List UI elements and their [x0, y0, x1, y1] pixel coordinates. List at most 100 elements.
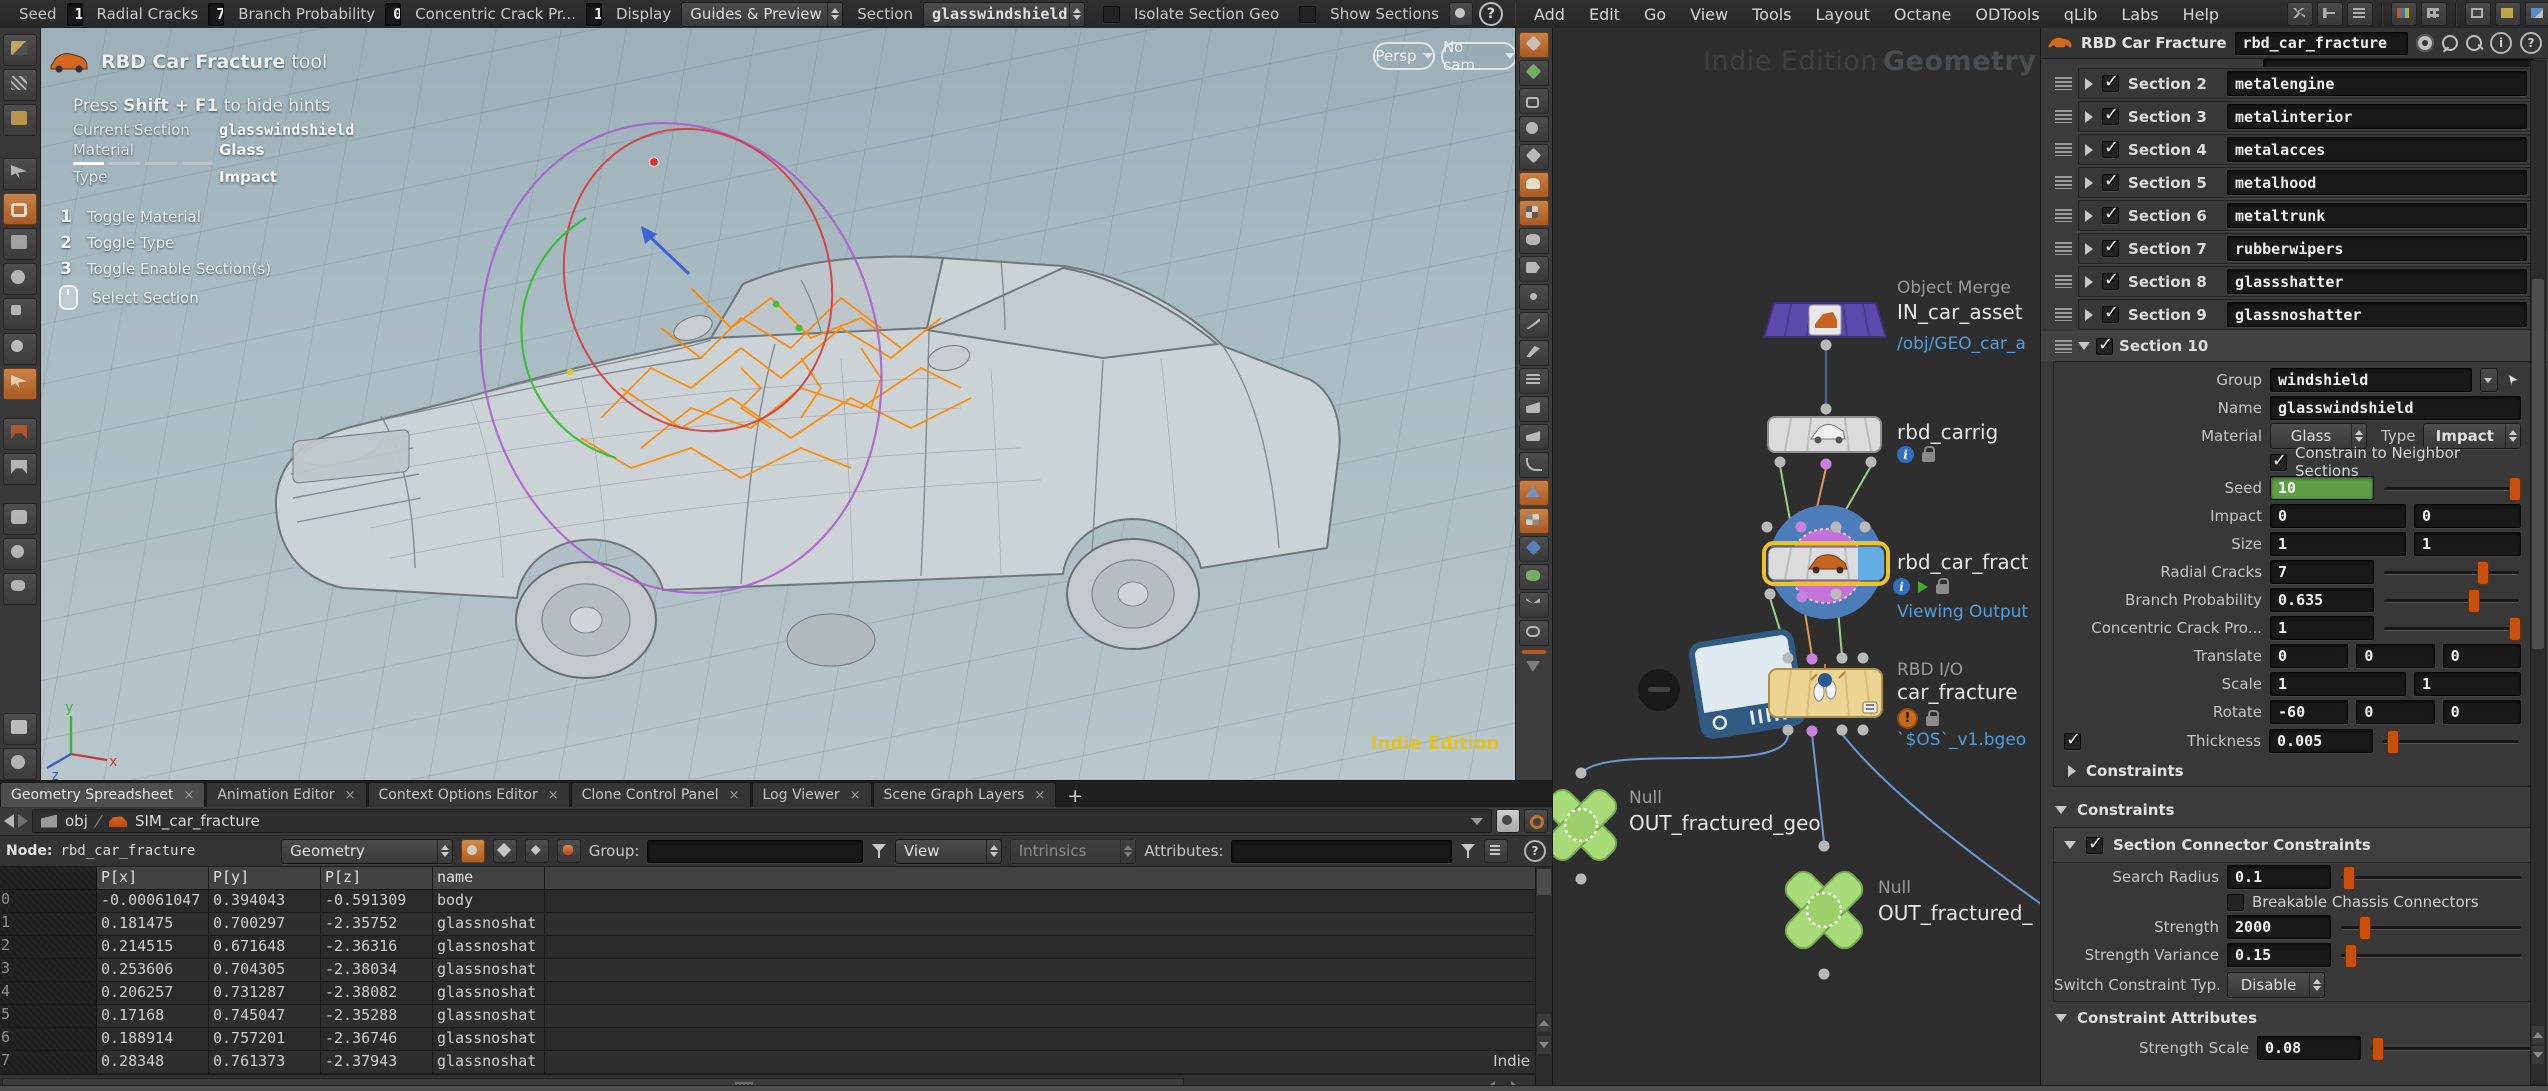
flipbook-icon[interactable] — [1519, 256, 1549, 282]
info-badge-icon[interactable]: i — [1893, 578, 1910, 595]
section-enable-checkbox[interactable] — [2102, 174, 2119, 191]
section-enable-checkbox[interactable] — [2102, 141, 2119, 158]
section-name-input[interactable]: metalengine — [2227, 71, 2527, 96]
intrinsics-dropdown[interactable]: Intrinsics — [1010, 839, 1137, 864]
concentric-crack-slider[interactable] — [2382, 616, 2521, 640]
path-dropdown-icon[interactable] — [1471, 818, 1483, 825]
slider-knob[interactable] — [2477, 561, 2489, 585]
thickness-slider[interactable] — [2381, 729, 2521, 753]
section-name-input[interactable]: metalinterior — [2227, 104, 2527, 129]
reflect-map-icon[interactable] — [1519, 536, 1549, 562]
search-parms-icon[interactable] — [2466, 35, 2482, 51]
texture-mode-icon[interactable] — [3, 104, 37, 136]
vertices-mode-icon[interactable] — [493, 839, 517, 863]
environment-map-icon[interactable] — [1519, 564, 1549, 590]
grid-display-icon[interactable] — [1519, 32, 1549, 58]
cut-network-icon[interactable] — [2287, 2, 2313, 26]
group-filter-input[interactable] — [647, 840, 863, 863]
menu-view[interactable]: View — [1678, 5, 1740, 24]
group-display-icon[interactable] — [1519, 60, 1549, 86]
rotate-z-input[interactable]: 0 — [2443, 700, 2521, 724]
name-input[interactable]: glasswindshield — [2270, 396, 2521, 420]
prim-number-icon[interactable] — [1519, 424, 1549, 450]
network-editor[interactable]: Indie Edition Geometry — [1552, 28, 2040, 1085]
info-badge-icon[interactable]: i — [1897, 446, 1914, 463]
breadcrumb-root[interactable]: obj — [65, 812, 88, 830]
rotate-y-input[interactable]: 0 — [2356, 700, 2434, 724]
gear-menu-icon[interactable] — [2416, 34, 2434, 52]
column-header-py[interactable]: P[y] — [209, 867, 321, 889]
concentric-crack-input[interactable]: 1 — [586, 3, 602, 26]
drag-handle-icon[interactable] — [2055, 340, 2072, 353]
switch-constraint-dropdown[interactable]: Disable — [2227, 972, 2325, 998]
pan-tool-icon[interactable] — [2442, 35, 2458, 51]
table-row[interactable]: 6 0.188914 0.757201 -2.36746 glassnoshat — [0, 1028, 1535, 1051]
layout-grid-icon[interactable] — [2421, 2, 2447, 26]
table-row[interactable]: 2 0.214515 0.671648 -2.36316 glassnoshat — [0, 936, 1535, 959]
scroll-up-icon[interactable] — [1537, 1014, 1551, 1032]
detail-mode-icon[interactable] — [557, 839, 581, 863]
lock-camera-icon[interactable] — [1519, 88, 1549, 114]
isolate-section-checkbox[interactable] — [1103, 6, 1120, 23]
impact-y-input[interactable]: 0 — [2414, 504, 2521, 528]
table-row[interactable]: 3 0.253606 0.704305 -2.38034 glassnoshat — [0, 959, 1535, 982]
thickness-input[interactable]: 0.005 — [2269, 729, 2373, 753]
scroll-up-icon[interactable] — [2532, 1026, 2544, 1044]
slider-knob[interactable] — [2343, 866, 2355, 890]
scale-tool-icon[interactable] — [3, 298, 37, 330]
breakable-checkbox[interactable] — [2227, 894, 2244, 911]
background-image-icon[interactable] — [1519, 508, 1549, 534]
search-radius-input[interactable]: 0.1 — [2227, 865, 2331, 889]
expand-icon[interactable] — [2085, 210, 2093, 222]
scale-x-input[interactable]: 1 — [2270, 672, 2406, 696]
table-row[interactable]: 0 -0.00061047 0.394043 -0.591309 body — [0, 890, 1535, 913]
spinner-icon[interactable] — [827, 3, 842, 26]
wireframe-mode-icon[interactable] — [3, 69, 37, 101]
prim-normal-icon[interactable] — [1519, 396, 1549, 422]
drag-handle-icon[interactable] — [2055, 242, 2072, 255]
spinner-icon[interactable] — [1120, 840, 1135, 863]
vertical-scrollbar[interactable] — [1535, 867, 1552, 1091]
shade-mode-icon[interactable] — [3, 34, 37, 66]
expand-icon[interactable] — [2085, 309, 2093, 321]
menu-tools[interactable]: Tools — [1740, 5, 1803, 24]
strength-scale-input[interactable]: 0.08 — [2257, 1036, 2361, 1060]
column-list-icon[interactable] — [1484, 839, 1508, 863]
expand-icon[interactable] — [2085, 144, 2093, 156]
translate-y-input[interactable]: 0 — [2356, 644, 2434, 668]
strength-input[interactable]: 2000 — [2227, 915, 2331, 939]
table-row[interactable]: 4 0.206257 0.731287 -2.38082 glassnoshat — [0, 982, 1535, 1005]
section-enable-checkbox[interactable] — [2102, 75, 2119, 92]
group-filter-icon[interactable] — [871, 843, 887, 859]
point-display-icon[interactable] — [1519, 284, 1549, 310]
strength-variance-slider[interactable] — [2339, 943, 2523, 967]
index-column-header[interactable] — [0, 867, 97, 889]
tab-scene-graph-layers[interactable]: Scene Graph Layers× — [873, 782, 1057, 807]
section-name-input[interactable]: metalacces — [2227, 137, 2527, 162]
template-flag-icon[interactable] — [1918, 581, 1928, 593]
node3-name-label[interactable]: rbd_car_fract — [1897, 550, 2028, 574]
point-number-icon[interactable] — [1519, 368, 1549, 394]
display-mode-dropdown[interactable]: Guides & Preview — [681, 2, 843, 27]
color-palette-icon[interactable] — [2391, 2, 2417, 26]
branch-probability-slider[interactable] — [2382, 588, 2521, 612]
help-icon[interactable]: ? — [2520, 32, 2542, 54]
stereo-glasses-icon[interactable] — [1519, 228, 1549, 254]
section-enable-checkbox[interactable] — [2102, 306, 2119, 323]
drag-handle-icon[interactable] — [2055, 110, 2072, 123]
parameter-list-icon[interactable] — [2347, 2, 2373, 26]
scale-y-input[interactable]: 1 — [2414, 672, 2521, 696]
translate-z-input[interactable]: 0 — [2443, 644, 2521, 668]
slider-knob[interactable] — [2509, 477, 2521, 501]
section-name-input[interactable]: metaltrunk — [2227, 203, 2527, 228]
menu-qlib[interactable]: qLib — [2052, 5, 2110, 24]
snap-options-icon[interactable] — [3, 453, 37, 485]
toolbar-help-icon[interactable]: ? — [1479, 2, 1503, 26]
section-name-input[interactable]: rubberwipers — [2227, 236, 2527, 261]
expand-icon[interactable] — [2085, 177, 2093, 189]
tab-context-options-editor[interactable]: Context Options Editor× — [368, 782, 570, 807]
film-reel-icon[interactable] — [3, 748, 37, 780]
close-icon[interactable]: × — [345, 788, 356, 803]
camera-select-button[interactable]: No cam — [1441, 42, 1515, 70]
group-input[interactable]: windshield — [2270, 368, 2472, 392]
